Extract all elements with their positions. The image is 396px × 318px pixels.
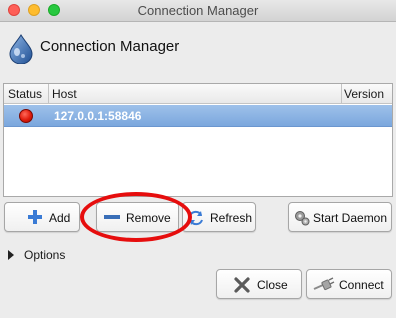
plus-icon	[28, 210, 42, 224]
column-header-version[interactable]: Version	[344, 87, 384, 101]
connect-button[interactable]: Connect	[306, 269, 392, 299]
start-daemon-button-label: Start Daemon	[313, 211, 388, 225]
title-bar: Connection Manager	[0, 0, 396, 22]
table-header: Status Host Version	[4, 84, 392, 104]
plug-connect-icon	[313, 277, 335, 291]
close-button-label: Close	[257, 278, 288, 292]
window-title: Connection Manager	[137, 3, 259, 18]
connect-button-label: Connect	[339, 278, 384, 292]
refresh-button-label: Refresh	[210, 211, 253, 225]
column-divider[interactable]	[48, 84, 49, 104]
options-label: Options	[24, 248, 66, 262]
disclosure-triangle-icon	[8, 250, 14, 260]
host-cell: 127.0.0.1:58846	[54, 109, 142, 123]
table-row[interactable]: 127.0.0.1:58846	[4, 105, 392, 127]
gears-icon	[295, 211, 310, 226]
refresh-icon	[189, 210, 203, 226]
hosts-table: Status Host Version 127.0.0.1:58846	[3, 83, 393, 197]
remove-button[interactable]: Remove	[96, 202, 179, 232]
add-button-label: Add	[49, 211, 71, 225]
column-header-host[interactable]: Host	[52, 87, 77, 101]
remove-button-label: Remove	[126, 211, 171, 225]
start-daemon-button[interactable]: Start Daemon	[288, 202, 392, 232]
status-offline-icon	[19, 109, 33, 123]
close-button[interactable]: Close	[216, 269, 302, 299]
refresh-button[interactable]: Refresh	[182, 202, 256, 232]
page-title: Connection Manager	[40, 38, 180, 55]
column-header-status[interactable]: Status	[8, 87, 42, 101]
minus-icon	[104, 215, 120, 219]
deluge-droplet-icon	[9, 34, 33, 64]
close-icon	[234, 277, 250, 293]
column-divider[interactable]	[341, 84, 342, 104]
add-button[interactable]: Add	[4, 202, 80, 232]
